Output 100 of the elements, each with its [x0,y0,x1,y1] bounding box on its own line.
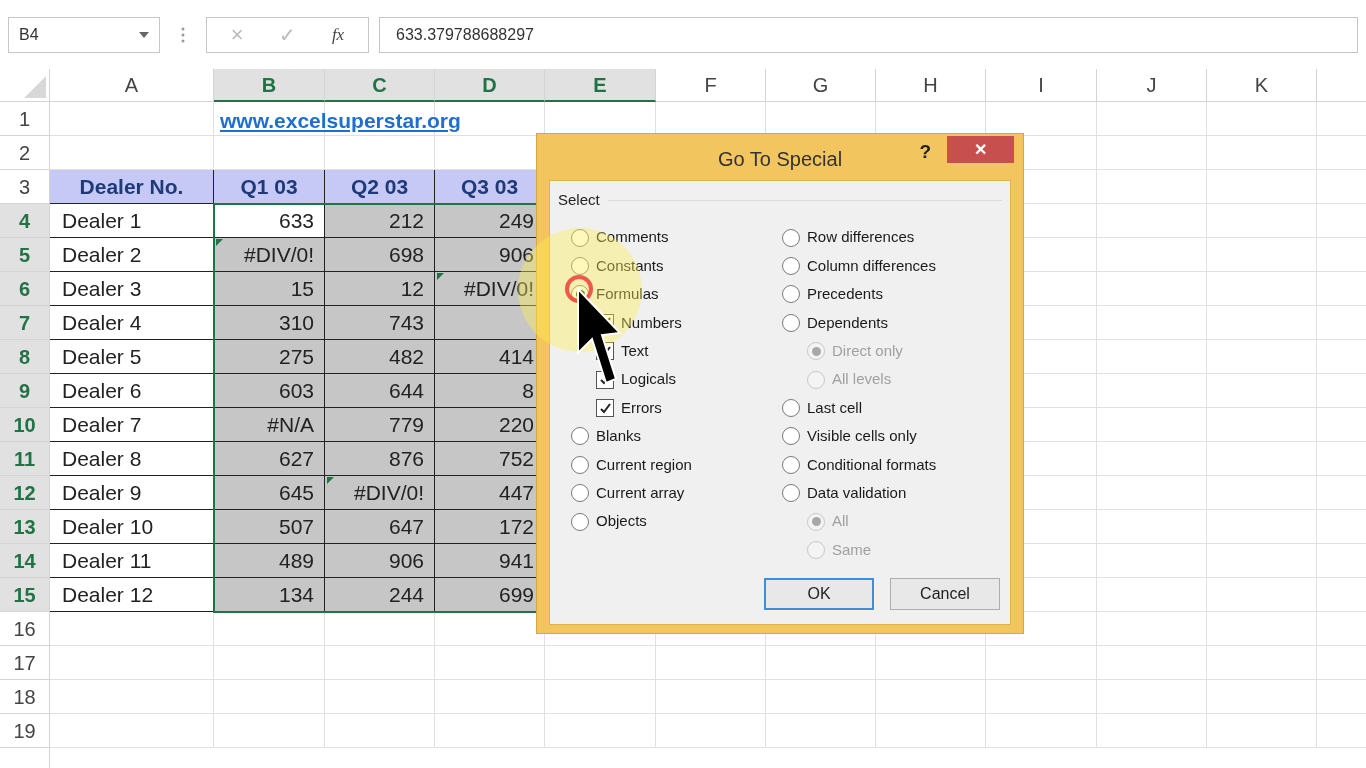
value-cell: 507 [214,510,325,544]
value-cell: 603 [214,374,325,408]
column-heading: Dealer No. [50,170,214,204]
error-indicator-icon [327,477,334,484]
option-label: Column differences [807,255,936,276]
row-header[interactable]: 19 [0,714,50,748]
more-dots-icon [181,26,185,43]
column-header[interactable]: G [766,69,876,102]
option-label: Visible cells only [807,426,917,447]
column-header[interactable]: E [545,69,656,102]
help-button[interactable]: ? [919,138,931,167]
value-cell: #N/A [214,408,325,442]
row-header[interactable]: 7 [0,306,50,340]
option-label: Objects [596,511,647,532]
value-cell: 12 [325,272,435,306]
insert-function-button[interactable]: fx [331,21,345,48]
row-header[interactable]: 13 [0,510,50,544]
radio-button[interactable] [571,257,589,276]
option-label: Direct only [832,341,903,361]
value-cell: 876 [325,442,435,476]
row-header[interactable]: 9 [0,374,50,408]
radio-button[interactable] [782,399,800,418]
option-label: Text [621,341,649,361]
formula-input[interactable]: 633.379788688297 [379,16,1358,53]
option-label: Row differences [807,227,915,248]
value-cell: 645 [214,476,325,510]
row-header[interactable]: 12 [0,476,50,510]
option-label: Logicals [621,369,677,390]
row-header[interactable]: 6 [0,272,50,306]
check-icon [598,401,612,415]
option-label: Conditional formats [807,454,937,475]
name-box[interactable]: B4 [8,16,160,53]
row-header[interactable]: 3 [0,170,50,204]
radio-button[interactable] [782,313,800,332]
option-label: Dependents [807,312,888,333]
column-header[interactable]: K [1207,69,1317,102]
radio-button[interactable] [571,427,589,446]
option-label: All levels [832,369,892,390]
row-header[interactable]: 1 [0,102,50,136]
value-cell: #DIV/0! [325,476,435,510]
option-label: Last cell [807,397,863,418]
error-indicator-icon [437,273,444,280]
row-header[interactable]: 2 [0,136,50,170]
value-cell: 906 [325,544,435,578]
row-header[interactable]: 15 [0,578,50,612]
column-header[interactable]: D [435,69,545,102]
column-header[interactable]: J [1097,69,1207,102]
column-header[interactable]: B [214,69,325,102]
option-label: Formulas [596,284,659,305]
value-cell: 633 [214,204,325,238]
option-label: Current array [596,482,685,503]
radio-button[interactable] [782,228,800,247]
value-cell: 275 [214,340,325,374]
row-header[interactable]: 14 [0,544,50,578]
row-header[interactable]: 16 [0,612,50,646]
close-button[interactable]: ✕ [947,136,1014,163]
column-heading: Q1 03 [214,170,325,204]
option-label: Comments [596,227,669,248]
row-header[interactable]: 11 [0,442,50,476]
option-label: Same [832,539,872,560]
value-cell: 482 [325,340,435,374]
row-header[interactable]: 18 [0,680,50,714]
dialog-button[interactable]: Cancel [890,578,1000,610]
group-label: Select [558,190,600,210]
error-indicator-icon [216,239,223,246]
dialog-title: Go To Special [717,147,843,172]
option-label: All [832,511,849,532]
row-header[interactable]: 5 [0,238,50,272]
radio-button[interactable] [782,285,800,304]
radio-button[interactable] [571,228,589,247]
row-header[interactable]: 4 [0,204,50,238]
radio-button[interactable] [571,455,589,474]
value-cell: 779 [325,408,435,442]
option-label: Errors [621,397,662,418]
option-label: Numbers [621,312,682,333]
value-cell: 489 [214,544,325,578]
row-header[interactable]: 10 [0,408,50,442]
column-header[interactable]: F [656,69,766,102]
value-cell: 627 [214,442,325,476]
row-header[interactable]: 8 [0,340,50,374]
radio-button[interactable] [782,484,800,503]
option-label: Precedents [807,284,883,305]
checkbox[interactable] [596,399,614,418]
column-header[interactable]: A [50,69,214,102]
value-cell: 15 [214,272,325,306]
column-header[interactable]: C [325,69,435,102]
column-header[interactable]: I [986,69,1097,102]
website-link[interactable]: www.excelsuperstar.org [220,105,461,137]
radio-button[interactable] [571,484,589,503]
dropdown-caret-icon [139,31,149,38]
option-label: Blanks [596,426,642,447]
radio-button[interactable] [782,455,800,474]
row-header[interactable]: 17 [0,646,50,680]
dialog-button[interactable]: OK [764,578,874,610]
radio-button[interactable] [782,257,800,276]
value-cell: 743 [325,306,435,340]
column-header[interactable]: H [876,69,986,102]
value-cell: 644 [325,374,435,408]
radio-button[interactable] [782,427,800,446]
radio-button[interactable] [571,512,589,531]
